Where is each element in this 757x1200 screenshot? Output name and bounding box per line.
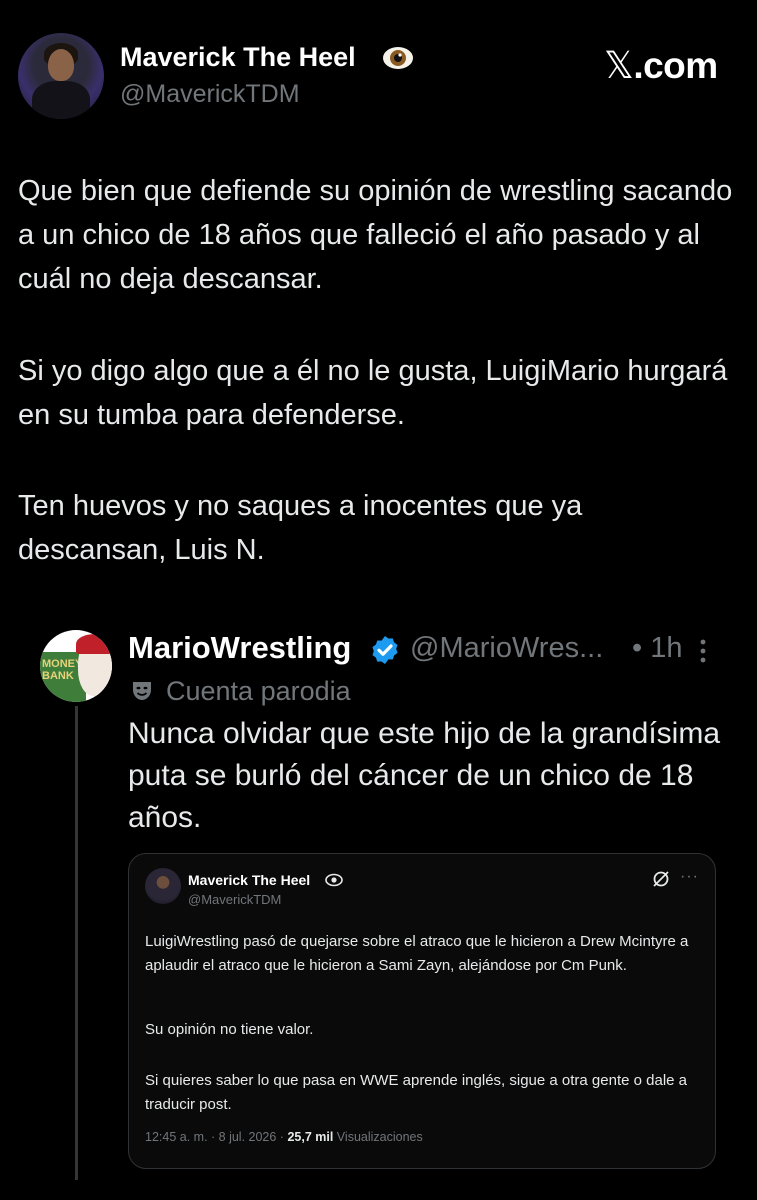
author-handle[interactable]: @MaverickTDM	[120, 80, 300, 109]
tweet-paragraph: Que bien que defiende su opinión de wres…	[18, 175, 733, 295]
embedded-paragraph: Su opinión no tiene valor.	[145, 1021, 314, 1038]
brand-domain: .com	[633, 45, 718, 86]
verified-badge-icon	[372, 636, 398, 664]
quoted-text: Nunca olvidar que este hijo de la grandí…	[128, 717, 721, 834]
author-avatar[interactable]	[18, 33, 104, 119]
embedded-avatar	[145, 868, 181, 904]
author-display-name[interactable]: Maverick The Heel	[120, 42, 356, 73]
quoted-timestamp[interactable]: • 1h	[632, 632, 682, 665]
embedded-timestamp: 12:45 a. m. · 8 jul. 2026 ·	[145, 1130, 288, 1144]
embedded-handle: @MaverickTDM	[188, 892, 282, 907]
embedded-paragraph: Si quieres saber lo que pasa en WWE apre…	[145, 1072, 688, 1113]
embedded-views-label: Visualizaciones	[333, 1130, 423, 1144]
quoted-handle[interactable]: @MarioWres...	[410, 632, 603, 665]
tweet-paragraph: Ten huevos y no saques a inocentes que y…	[18, 490, 583, 566]
tweet-paragraph: Si yo digo algo que a él no le gusta, Lu…	[18, 355, 728, 431]
parody-mask-icon	[133, 682, 151, 700]
more-options-icon[interactable]	[698, 636, 708, 666]
embedded-paragraph: LuigiWrestling pasó de quejarse sobre el…	[145, 933, 689, 974]
embedded-meta: 12:45 a. m. · 8 jul. 2026 · 25,7 mil Vis…	[145, 1130, 423, 1144]
thread-line	[75, 706, 78, 1180]
parody-label: Cuenta parodia	[166, 676, 351, 706]
quoted-display-name[interactable]: MarioWrestling	[128, 630, 351, 666]
embedded-more-icon: ···	[680, 868, 699, 885]
embedded-views-count: 25,7 mil	[287, 1130, 334, 1144]
eye-icon	[383, 47, 413, 69]
eye-icon	[325, 873, 343, 887]
grok-icon	[653, 871, 669, 887]
x-logo-icon: 𝕏	[604, 44, 634, 87]
quoted-avatar[interactable]: MONEY BANK	[40, 630, 112, 702]
embedded-display-name: Maverick The Heel	[188, 872, 311, 888]
brand-watermark: 𝕏.com	[604, 44, 718, 87]
